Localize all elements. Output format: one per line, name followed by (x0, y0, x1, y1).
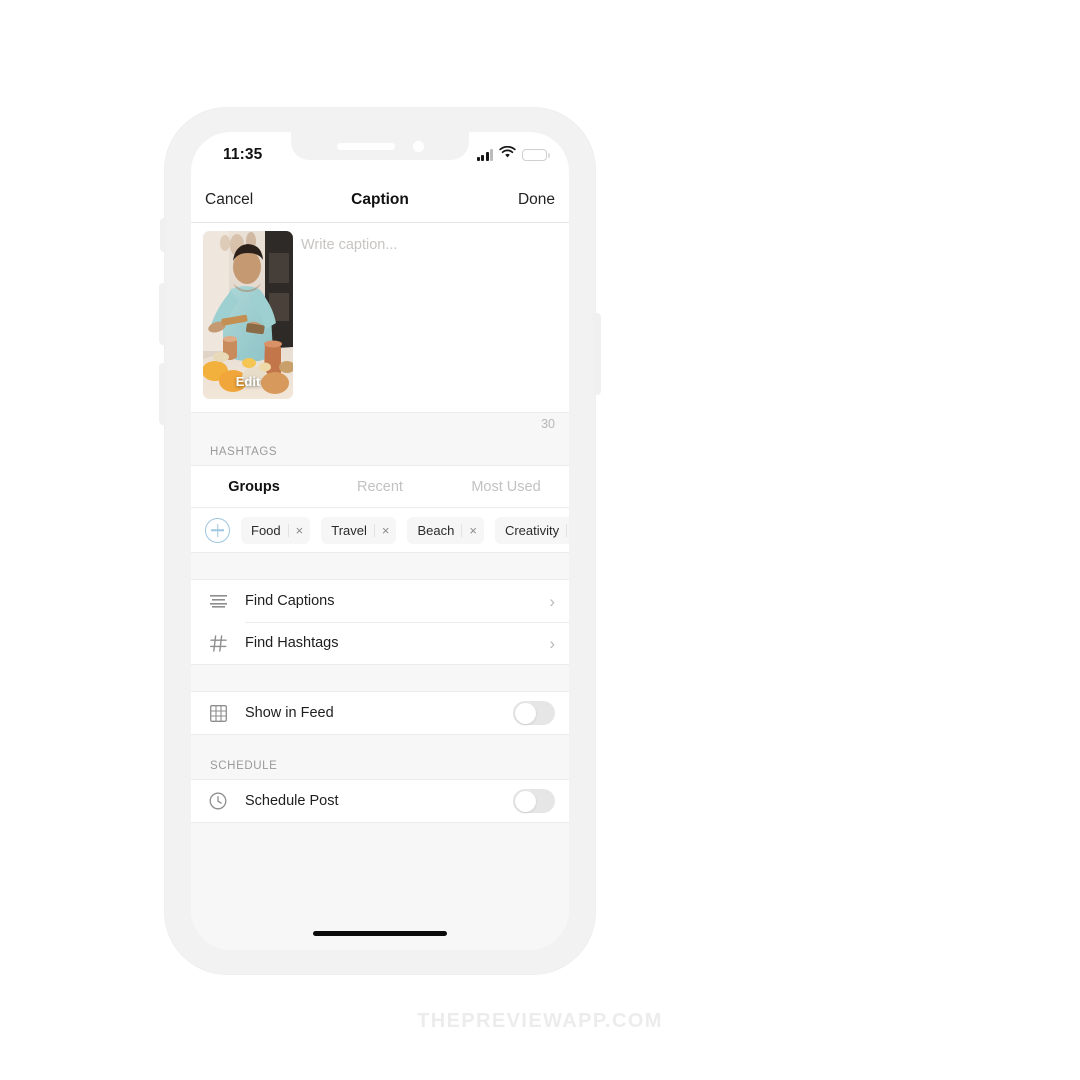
chip-travel[interactable]: Travel × (321, 516, 397, 544)
tab-groups[interactable]: Groups (191, 479, 317, 495)
hashtag-tabs: Groups Recent Most Used (191, 465, 569, 508)
tab-recent[interactable]: Recent (317, 479, 443, 495)
status-time: 11:35 (223, 146, 263, 163)
post-thumbnail[interactable]: Edit (203, 231, 293, 399)
power-button[interactable] (593, 313, 601, 395)
volume-up-button[interactable] (159, 283, 167, 345)
chip-food[interactable]: Food × (241, 516, 311, 544)
chip-label: Food (251, 522, 281, 538)
row-label: Schedule Post (245, 793, 339, 809)
row-find-captions[interactable]: Find Captions › (191, 580, 569, 622)
close-icon[interactable]: × (461, 523, 477, 537)
hashtags-section-header: HASHTAGS (191, 439, 569, 465)
device-notch (291, 132, 469, 160)
schedule-section-header: SCHEDULE (191, 753, 569, 779)
caption-section: Edit Write caption... (191, 222, 569, 413)
schedule-list-group: Schedule Post (191, 779, 569, 823)
silent-switch-button[interactable] (160, 218, 167, 252)
hashtag-counter-strip: 30 (191, 413, 569, 439)
status-icons (476, 145, 550, 164)
feed-list-group: Show in Feed (191, 691, 569, 735)
section-gap (191, 553, 569, 579)
chip-label: Creativity (504, 522, 560, 538)
close-icon[interactable]: × (373, 523, 389, 537)
chip-creativity[interactable]: Creativity × (494, 516, 569, 544)
battery-icon (522, 148, 550, 162)
home-indicator[interactable] (313, 931, 447, 936)
section-gap (191, 735, 569, 753)
page-title: Caption (351, 191, 409, 208)
done-button[interactable]: Done (518, 191, 555, 209)
hashtag-count: 30 (541, 417, 555, 431)
close-icon[interactable]: × (287, 523, 303, 537)
plus-circle-icon[interactable] (205, 517, 230, 543)
phone-device-frame: 11:35 Cancel Caption Done Edit Write cap… (159, 108, 601, 974)
list-lines-icon (205, 594, 231, 608)
row-schedule-post[interactable]: Schedule Post (191, 780, 569, 822)
volume-down-button[interactable] (159, 363, 167, 425)
edit-photo-label[interactable]: Edit (203, 374, 293, 389)
chip-beach[interactable]: Beach × (407, 516, 484, 544)
chevron-right-icon: › (549, 633, 555, 653)
grid-icon (205, 704, 231, 722)
schedule-post-toggle[interactable] (513, 789, 555, 813)
wifi-icon (499, 145, 516, 164)
clock-icon (205, 792, 231, 810)
row-label: Find Captions (245, 593, 335, 609)
row-show-in-feed[interactable]: Show in Feed (191, 692, 569, 734)
row-label: Find Hashtags (245, 635, 339, 651)
watermark: THEPREVIEWAPP.COM (417, 1010, 663, 1032)
screenshot-canvas: 11:35 Cancel Caption Done Edit Write cap… (0, 0, 1080, 1080)
row-find-hashtags[interactable]: Find Hashtags › (191, 622, 569, 664)
hash-icon (205, 634, 231, 652)
phone-screen: 11:35 Cancel Caption Done Edit Write cap… (191, 132, 569, 950)
cellular-signal-icon (476, 149, 493, 161)
chip-label: Travel (331, 522, 367, 538)
section-gap (191, 665, 569, 691)
close-icon[interactable]: × (566, 523, 569, 537)
find-list-group: Find Captions › Find Hashtags › (191, 579, 569, 665)
earpiece-speaker (336, 142, 395, 150)
toggle-knob (514, 790, 536, 812)
show-in-feed-toggle[interactable] (513, 701, 555, 725)
chip-label: Beach (417, 522, 455, 538)
chevron-right-icon: › (549, 591, 555, 611)
caption-input[interactable]: Write caption... (301, 237, 555, 253)
tab-most-used[interactable]: Most Used (443, 479, 569, 495)
row-label: Show in Feed (245, 705, 334, 721)
front-camera-icon (412, 140, 424, 152)
content-scroll-area: Edit Write caption... 30 HASHTAGS Groups… (191, 222, 569, 950)
hashtag-group-chips: Food × Travel × Beach × Creativity × (191, 508, 569, 553)
navigation-bar: Cancel Caption Done (191, 178, 569, 223)
toggle-knob (514, 702, 536, 724)
